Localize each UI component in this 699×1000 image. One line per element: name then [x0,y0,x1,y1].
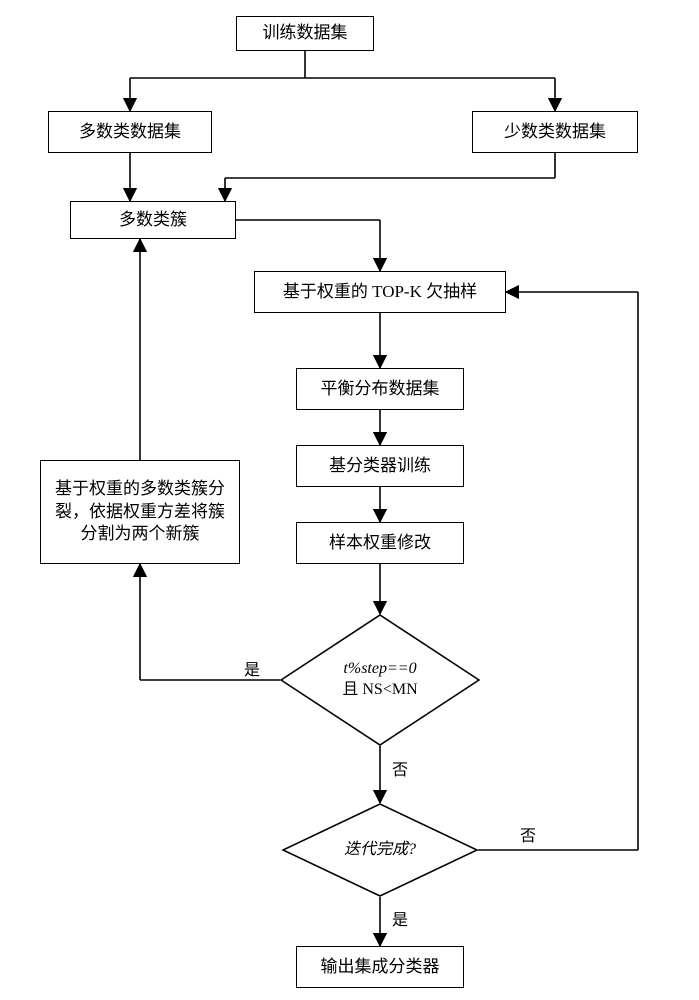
node-topk-label: 基于权重的 TOP-K 欠抽样 [283,281,477,304]
decision2-label: 迭代完成? [344,840,416,861]
label-no-1: 否 [392,756,408,780]
decision-iteration-complete: 迭代完成? [282,803,478,897]
node-minority-label: 少数类数据集 [504,121,606,144]
node-majority-label: 多数类数据集 [79,121,181,144]
node-cluster-split: 基于权重的多数类簇分裂，依据权重方差将簇分割为两个新簇 [40,460,240,564]
node-topk-undersample: 基于权重的 TOP-K 欠抽样 [254,271,506,313]
node-output-label: 输出集成分类器 [321,956,440,979]
label-no-2: 否 [520,822,536,846]
node-sample-weight-update: 样本权重修改 [296,522,464,564]
node-base-classifier-train: 基分类器训练 [296,445,464,487]
decision1-line1: t%step==0 [342,659,417,680]
node-train-label: 训练数据集 [263,22,348,45]
node-train: 训练数据集 [236,16,374,51]
label-yes-1: 是 [244,656,260,680]
node-split-label: 基于权重的多数类簇分裂，依据权重方差将簇分割为两个新簇 [47,478,233,547]
node-output-ensemble: 输出集成分类器 [296,946,464,988]
label-no-2-text: 否 [520,828,536,845]
decision1-line2: 且 NS<MN [342,680,417,701]
node-minority: 少数类数据集 [472,111,638,153]
node-majority-cluster: 多数类簇 [70,201,236,239]
node-reweight-label: 样本权重修改 [329,532,431,555]
node-majority: 多数类数据集 [48,111,212,153]
label-yes-2-text: 是 [392,912,408,929]
decision-step-condition: t%step==0 且 NS<MN [280,614,480,746]
node-cluster-label: 多数类簇 [119,209,187,232]
node-basetrain-label: 基分类器训练 [329,455,431,478]
label-yes-2: 是 [392,906,408,930]
label-no-1-text: 否 [392,762,408,779]
node-balanced-label: 平衡分布数据集 [321,378,440,401]
node-balanced-dataset: 平衡分布数据集 [296,368,464,410]
label-yes-1-text: 是 [244,662,260,679]
